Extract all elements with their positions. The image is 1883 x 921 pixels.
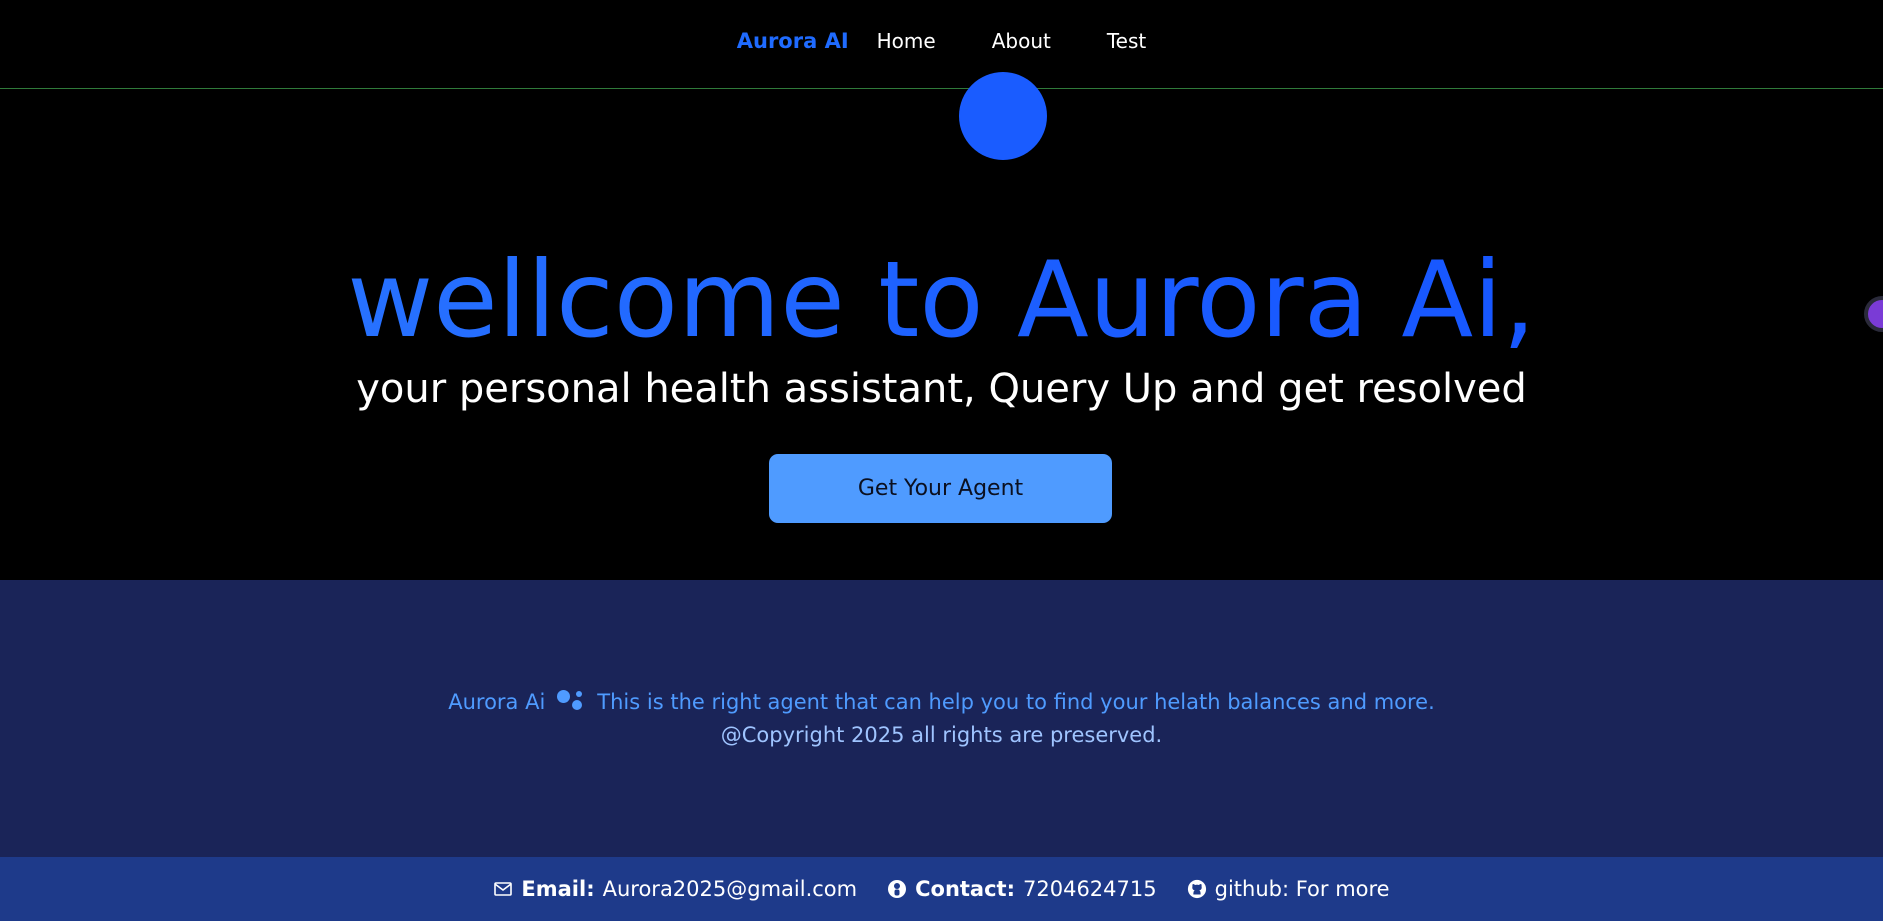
hero-subtitle: your personal health assistant, Query Up…	[356, 366, 1527, 412]
nav-link-about[interactable]: About	[992, 29, 1051, 53]
brand-logo[interactable]: Aurora AI	[737, 29, 849, 53]
top-navbar: Aurora AI Home About Test	[0, 0, 1883, 89]
email-label: Email:	[521, 877, 595, 901]
github-icon	[1187, 879, 1207, 899]
info-section: Aurora Ai This is the right agent that c…	[0, 580, 1883, 857]
info-tagline: This is the right agent that can help yo…	[597, 690, 1435, 714]
email-value[interactable]: Aurora2025@gmail.com	[603, 877, 858, 901]
github-text[interactable]: github: For more	[1215, 877, 1390, 901]
nav-link-test[interactable]: Test	[1107, 29, 1146, 53]
contact-label: Contact:	[915, 877, 1015, 901]
nav-inner: Aurora AI Home About Test	[737, 29, 1146, 53]
footer-contact[interactable]: Contact: 7204624715	[887, 877, 1157, 901]
hero-title: wellcome to Aurora Ai,	[0, 248, 1883, 353]
nav-link-home[interactable]: Home	[877, 29, 936, 53]
get-agent-button[interactable]: Get Your Agent	[769, 454, 1112, 523]
mail-icon	[493, 879, 513, 899]
info-brand: Aurora Ai	[448, 690, 546, 714]
footer-github[interactable]: github: For more	[1187, 877, 1390, 901]
contact-icon	[887, 879, 907, 899]
copyright-text: @Copyright 2025 all rights are preserved…	[720, 723, 1163, 747]
contact-footer: Email: Aurora2025@gmail.com Contact: 7204…	[0, 857, 1883, 921]
assistant-dots-icon	[557, 690, 585, 714]
info-tagline-row: Aurora Ai This is the right agent that c…	[0, 690, 1883, 714]
contact-value[interactable]: 7204624715	[1023, 877, 1157, 901]
footer-email[interactable]: Email: Aurora2025@gmail.com	[493, 877, 857, 901]
hero-section: wellcome to Aurora Ai, your personal hea…	[0, 90, 1883, 580]
